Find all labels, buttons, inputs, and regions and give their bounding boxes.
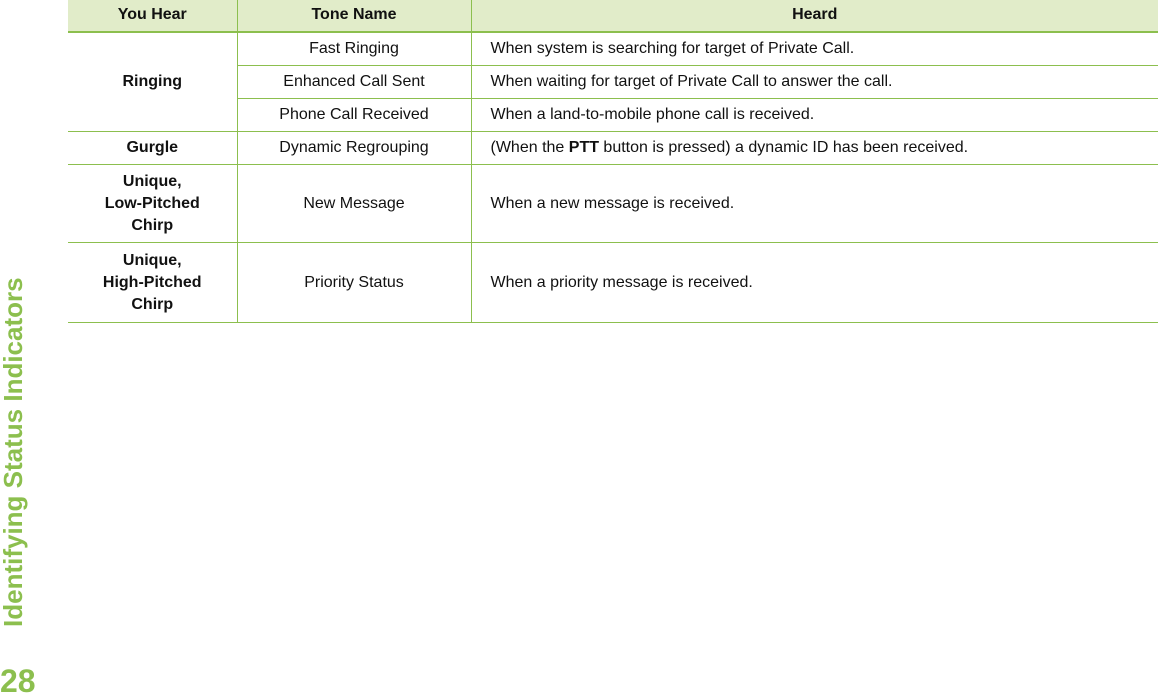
column-header-you-hear: You Hear xyxy=(68,0,237,33)
table-row: Gurgle Dynamic Regrouping (When the PTT … xyxy=(68,131,1158,165)
table-header-row: You Hear Tone Name Heard xyxy=(68,0,1158,33)
you-hear-cell: Unique, Low-Pitched Chirp xyxy=(68,164,237,243)
you-hear-line: Chirp xyxy=(131,216,174,234)
section-title: Identifying Status Indicators xyxy=(0,277,28,627)
column-header-heard: Heard xyxy=(470,0,1158,33)
table-row: Unique, Low-Pitched Chirp New Message Wh… xyxy=(68,164,1158,243)
heard-cell: When a new message is received. xyxy=(470,164,1158,243)
tone-name-cell: Fast Ringing xyxy=(236,32,471,66)
heard-cell: When waiting for target of Private Call … xyxy=(470,65,1158,99)
you-hear-cell: Unique, High-Pitched Chirp xyxy=(68,242,237,323)
heard-cell: When a land-to-mobile phone call is rece… xyxy=(470,98,1158,132)
table-row: Unique, High-Pitched Chirp Priority Stat… xyxy=(68,242,1158,323)
page-number: 28 xyxy=(0,663,36,699)
tone-name-cell: Dynamic Regrouping xyxy=(236,131,471,165)
you-hear-line: High-Pitched xyxy=(102,273,202,291)
tone-table: You Hear Tone Name Heard Ringing Fast Ri… xyxy=(68,0,1158,323)
tone-name-cell: New Message xyxy=(236,164,471,243)
heard-text-suffix: button is pressed) a dynamic ID has been… xyxy=(598,139,969,156)
tone-name-cell: Priority Status xyxy=(236,242,471,323)
column-header-tone-name: Tone Name xyxy=(236,0,471,33)
heard-cell: When a priority message is received. xyxy=(470,242,1158,323)
heard-text-prefix: (When the xyxy=(490,139,569,156)
you-hear-line: Unique, xyxy=(122,251,182,269)
you-hear-line: Low-Pitched xyxy=(104,194,200,212)
you-hear-cell: Gurgle xyxy=(68,131,237,165)
you-hear-line: Chirp xyxy=(131,295,174,313)
ptt-button-label: PTT xyxy=(568,139,599,156)
heard-cell: (When the PTT button is pressed) a dynam… xyxy=(470,131,1158,165)
you-hear-line: Unique, xyxy=(122,172,182,190)
you-hear-cell: Ringing xyxy=(68,32,237,132)
table-row: Ringing Fast Ringing When system is sear… xyxy=(68,32,1158,132)
heard-cell: When system is searching for target of P… xyxy=(470,32,1158,66)
tone-name-cell: Phone Call Received xyxy=(236,98,471,132)
tone-name-cell: Enhanced Call Sent xyxy=(236,65,471,99)
